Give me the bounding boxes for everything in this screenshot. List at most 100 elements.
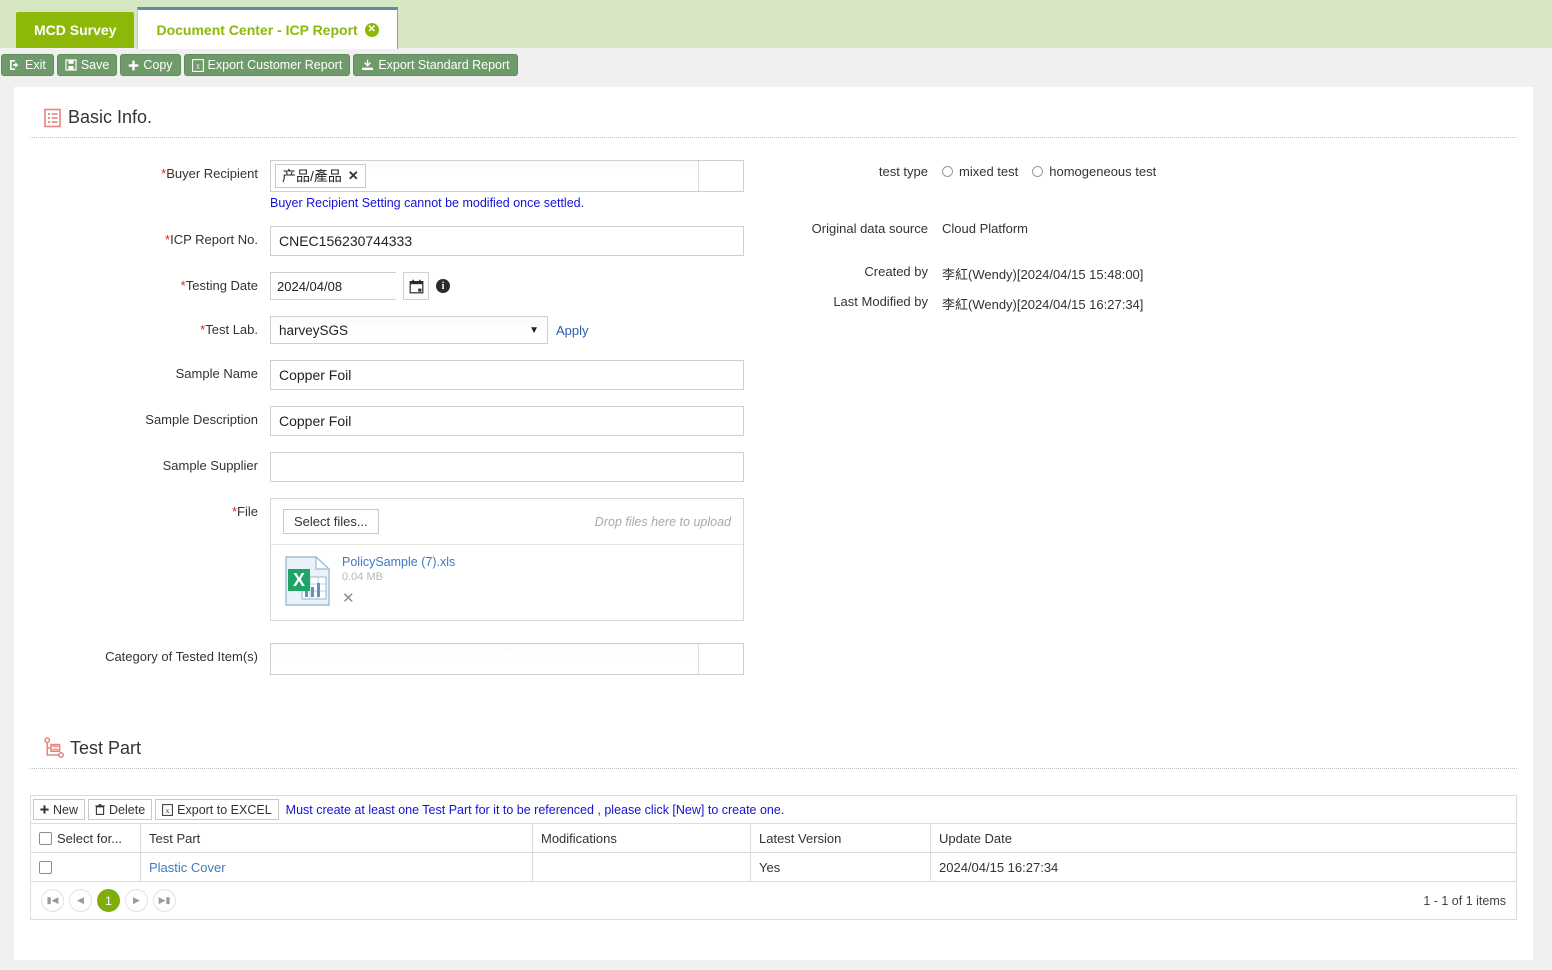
column-header-label: Select for... [57,830,123,846]
hierarchy-tree-icon [44,737,64,758]
token-area[interactable] [271,644,699,674]
row-modifications-cell [532,852,751,882]
sample-supplier-input[interactable] [270,452,744,482]
list-document-icon [44,108,61,127]
radio-circle-icon [942,166,953,177]
export-to-excel-button[interactable]: x Export to EXCEL [155,799,279,820]
calendar-glyph [409,279,423,293]
buyer-recipient-hint: Buyer Recipient Setting cannot be modifi… [270,196,585,210]
file-dropzone[interactable]: Select files... Drop files here to uploa… [271,499,743,545]
table-pagination: ▮◀ ◀ 1 ▶ ▶▮ 1 - 1 of 1 items [30,882,1517,920]
test-part-table: Select for... Test Part Modifications La… [30,823,1517,882]
sample-name-input[interactable] [270,360,744,390]
meta-row-test-type: test type mixed test homogeneous test [790,164,1517,179]
calendar-icon[interactable] [403,272,429,300]
row-checkbox[interactable] [39,860,52,874]
test-part-section: Test Part New Delete x Export to EXCEL M… [30,691,1517,920]
test-lab-select[interactable]: harveySGS ▼ [270,316,548,344]
tab-document-center-icp-report[interactable]: Document Center - ICP Report ✕ [137,7,398,49]
column-header-latest-version[interactable]: Latest Version [750,823,931,853]
chevron-down-icon: ▼ [529,324,539,336]
uploaded-file-name[interactable]: PolicySample (7).xls [342,555,455,569]
form-right-column: test type mixed test homogeneous test Or… [790,160,1517,691]
column-header-test-part[interactable]: Test Part [140,823,533,853]
field-row-buyer-recipient: *Buyer Recipient 产品/產品 ✕ Buyer Recipient… [30,160,790,210]
category-of-tested-items-multiselect[interactable] [270,643,744,675]
column-header-select: Select for... [30,823,141,853]
token-item: 产品/產品 ✕ [275,164,366,188]
export-customer-report-button[interactable]: x Export Customer Report [183,54,351,76]
tab-mcd-survey[interactable]: MCD Survey [16,12,135,48]
exit-button[interactable]: Exit [1,54,54,76]
column-header-modifications[interactable]: Modifications [532,823,751,853]
meta-row-original-data-source: Original data source Cloud Platform [790,221,1517,236]
save-button[interactable]: Save [56,54,118,76]
close-circle-icon[interactable]: ✕ [364,22,379,37]
radio-homogeneous-test[interactable]: homogeneous test [1032,164,1156,179]
apply-link[interactable]: Apply [556,323,589,338]
svg-text:X: X [293,570,305,590]
excel-icon: x [191,58,204,72]
prev-page-icon[interactable]: ◀ [69,889,92,912]
trash-icon [95,804,105,815]
row-select-cell [30,852,141,882]
uploaded-file-size: 0.04 MB [342,571,383,583]
column-header-update-date[interactable]: Update Date [930,823,1517,853]
buyer-recipient-picker-button[interactable] [699,161,743,191]
page-number-button[interactable]: 1 [97,889,120,912]
field-row-sample-supplier: Sample Supplier [30,452,790,482]
button-label: Delete [109,802,146,817]
select-files-button[interactable]: Select files... [283,509,379,534]
button-label: Export Customer Report [207,58,343,72]
meta-row-created-by: Created by 李紅(Wendy)[2024/04/15 15:48:00… [790,264,1517,283]
select-all-checkbox[interactable] [39,831,52,845]
test-part-warning-text: Must create at least one Test Part for i… [285,802,785,817]
original-data-source-label: Original data source [811,221,928,236]
first-page-icon[interactable]: ▮◀ [41,889,64,912]
sample-description-input[interactable] [270,406,744,436]
floppy-disk-icon [65,59,77,71]
file-label: *File [231,504,258,519]
radio-mixed-test[interactable]: mixed test [942,164,1018,179]
button-label: Export to EXCEL [177,802,272,817]
last-page-icon[interactable]: ▶▮ [153,889,176,912]
excel-icon: x [162,803,174,816]
radio-circle-icon [1032,166,1044,177]
field-row-file: *File Select files... Drop files here to… [30,498,790,621]
button-label: New [53,802,79,817]
next-page-icon[interactable]: ▶ [125,889,148,912]
field-row-sample-description: Sample Description [30,406,790,436]
token-area[interactable]: 产品/產品 ✕ [271,161,699,191]
table-header-row: Select for... Test Part Modifications La… [30,823,1517,853]
x-icon[interactable]: ✕ [348,168,359,184]
category-picker-button[interactable] [699,644,743,674]
x-icon[interactable]: ✕ [342,589,355,607]
icp-report-no-input[interactable] [270,226,744,256]
copy-button[interactable]: Copy [120,54,181,76]
plus-icon [129,60,139,70]
test-part-title: Test Part [70,737,142,758]
test-part-link[interactable]: Plastic Cover [149,860,226,875]
field-row-sample-name: Sample Name [30,360,790,390]
radio-label: mixed test [959,164,1019,179]
testing-date-input[interactable] [270,272,396,300]
download-icon [362,59,374,70]
token-label: 产品/產品 [282,168,342,184]
field-row-test-lab: *Test Lab. harveySGS ▼ Apply [30,316,790,344]
content-card: Basic Info. *Buyer Recipient 产品/產品 ✕ Buy… [14,87,1533,960]
tab-label: MCD Survey [34,22,117,38]
new-button[interactable]: New [33,799,86,820]
created-by-value: 李紅(Wendy)[2024/04/15 15:48:00] [942,267,1144,282]
test-part-grid-toolbar: New Delete x Export to EXCEL Must create… [30,795,1517,823]
buyer-recipient-multiselect[interactable]: 产品/產品 ✕ [270,160,744,192]
button-label: Exit [25,58,46,72]
test-part-grid-container: New Delete x Export to EXCEL Must create… [30,769,1517,920]
page-title: Basic Info. [68,107,153,127]
sample-name-label: Sample Name [175,366,258,381]
delete-button[interactable]: Delete [88,799,153,820]
button-label: Copy [143,58,173,72]
export-standard-report-button[interactable]: Export Standard Report [353,54,518,76]
info-icon[interactable]: i [436,279,450,293]
excel-file-icon: X [285,555,331,606]
test-lab-selected-value: harveySGS [279,322,349,338]
